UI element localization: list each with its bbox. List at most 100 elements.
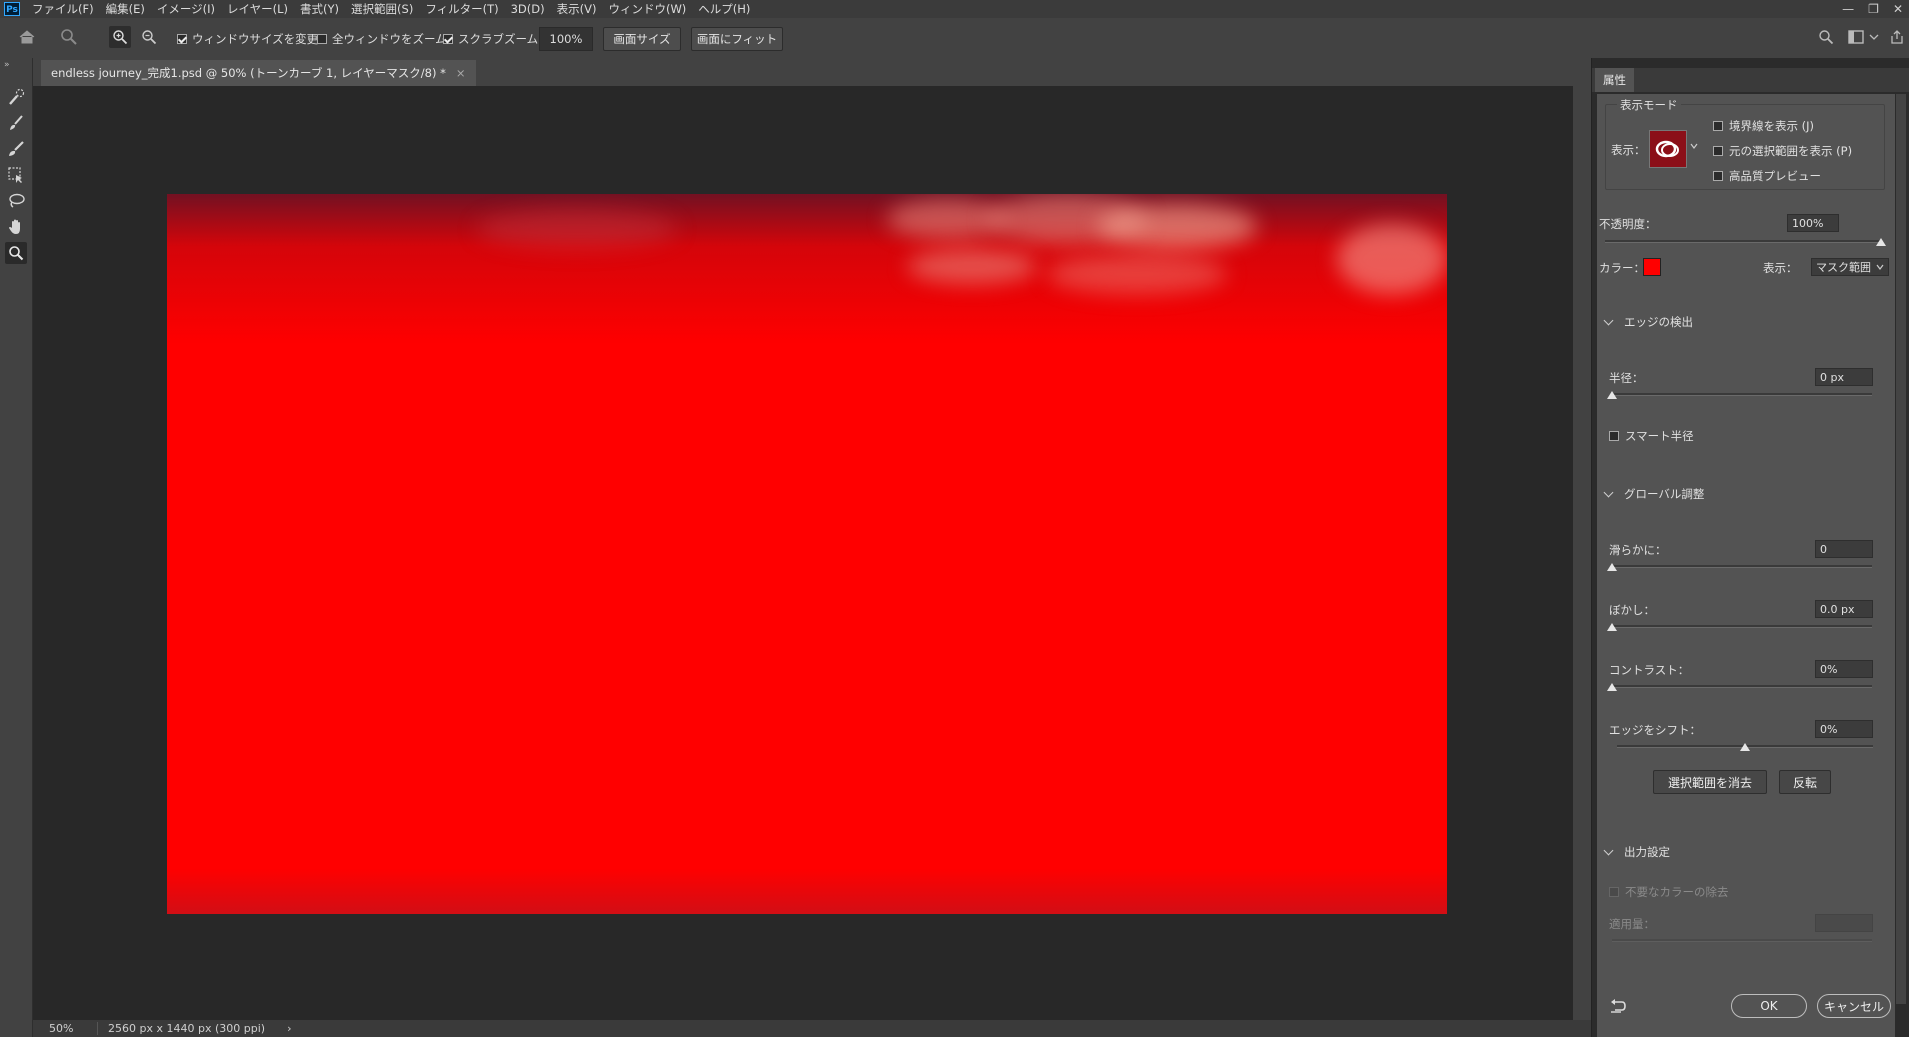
chevron-down-icon[interactable] bbox=[1863, 26, 1885, 48]
fit-screen-button[interactable]: 画面にフィット bbox=[691, 27, 783, 51]
status-bar: 50% 2560 px x 1440 px (300 ppi) › bbox=[33, 1020, 1591, 1037]
zoom-in-icon[interactable] bbox=[109, 26, 131, 48]
hand-icon[interactable] bbox=[5, 216, 27, 238]
panel-body: 表示モード 表示： 境界線を表示 (J) 元の選択範囲を表示 (P) 高品質プレ… bbox=[1597, 94, 1895, 1037]
checkbox-unchecked-icon bbox=[1713, 121, 1723, 131]
global-refinement-header[interactable]: グローバル調整 bbox=[1603, 486, 1705, 502]
output-settings-header[interactable]: 出力設定 bbox=[1603, 844, 1670, 860]
quick-selection-icon[interactable] bbox=[5, 86, 27, 108]
smooth-label: 滑らかに： bbox=[1609, 543, 1667, 557]
smooth-field[interactable]: 0 bbox=[1815, 540, 1873, 558]
menu-window[interactable]: ウィンドウ(W) bbox=[602, 0, 692, 18]
document-dimensions: 2560 px x 1440 px (300 ppi) bbox=[108, 1022, 266, 1035]
shift-edge-slider-thumb[interactable] bbox=[1740, 743, 1750, 751]
canvas-scrollbar[interactable] bbox=[1573, 86, 1591, 1020]
share-icon[interactable] bbox=[1886, 26, 1908, 48]
radius-slider-thumb[interactable] bbox=[1607, 391, 1617, 399]
tab-properties[interactable]: 属性 bbox=[1595, 68, 1634, 92]
document-tab[interactable]: endless journey_完成1.psd @ 50% (トーンカーブ 1,… bbox=[41, 60, 476, 86]
menu-edit[interactable]: 編集(E) bbox=[100, 0, 151, 18]
checkbox-checked-icon bbox=[443, 34, 453, 44]
hq-preview-label: 高品質プレビュー bbox=[1729, 169, 1821, 183]
hq-preview-checkbox[interactable]: 高品質プレビュー bbox=[1713, 168, 1821, 184]
ok-button[interactable]: OK bbox=[1731, 994, 1807, 1018]
view-mode-dropdown-icon[interactable] bbox=[1690, 139, 1698, 153]
output-settings-title: 出力設定 bbox=[1624, 845, 1670, 859]
lasso-icon[interactable] bbox=[5, 190, 27, 212]
contrast-slider[interactable] bbox=[1612, 685, 1872, 688]
opacity-slider[interactable] bbox=[1605, 240, 1881, 243]
show-original-label: 元の選択範囲を表示 (P) bbox=[1729, 144, 1853, 158]
contrast-slider-thumb[interactable] bbox=[1607, 683, 1617, 691]
contrast-field[interactable]: 0% bbox=[1815, 660, 1873, 678]
menu-view[interactable]: 表示(V) bbox=[551, 0, 603, 18]
object-selection-icon[interactable] bbox=[5, 164, 27, 186]
menu-image[interactable]: イメージ(I) bbox=[151, 0, 221, 18]
view-label: 表示： bbox=[1611, 143, 1646, 157]
view-mode-thumbnail[interactable] bbox=[1649, 130, 1687, 168]
global-refinement-title: グローバル調整 bbox=[1624, 487, 1705, 501]
resize-windows-label: ウィンドウサイズを変更 bbox=[192, 32, 319, 46]
checkbox-checked-icon bbox=[177, 34, 187, 44]
menu-help[interactable]: ヘルプ(H) bbox=[692, 0, 756, 18]
document-tab-bar: endless journey_完成1.psd @ 50% (トーンカーブ 1,… bbox=[33, 58, 1591, 86]
brush-icon[interactable] bbox=[5, 138, 27, 160]
home-icon[interactable] bbox=[16, 26, 38, 48]
checkbox-unchecked-icon bbox=[1713, 171, 1723, 181]
collapse-arrows-icon[interactable]: » bbox=[4, 60, 10, 70]
close-window-button[interactable]: ✕ bbox=[1893, 2, 1903, 16]
zoom-status[interactable]: 50% bbox=[33, 1022, 97, 1035]
color-label: カラー： bbox=[1599, 261, 1645, 275]
radius-slider[interactable] bbox=[1612, 393, 1872, 396]
zoom-icon[interactable] bbox=[5, 242, 27, 264]
zoom-percent-field[interactable]: 100% bbox=[539, 27, 593, 51]
contrast-label: コントラスト： bbox=[1609, 663, 1690, 677]
show-edge-label: 境界線を表示 (J) bbox=[1729, 119, 1815, 133]
feather-slider[interactable] bbox=[1612, 625, 1872, 628]
opacity-slider-thumb[interactable] bbox=[1876, 238, 1886, 246]
zoom-out-icon[interactable] bbox=[138, 26, 160, 48]
display-select[interactable]: マスク範囲 bbox=[1811, 258, 1889, 276]
menu-file[interactable]: ファイル(F) bbox=[26, 0, 100, 18]
smooth-slider[interactable] bbox=[1612, 565, 1872, 568]
menu-select[interactable]: 選択範囲(S) bbox=[345, 0, 419, 18]
invert-button[interactable]: 反転 bbox=[1779, 770, 1831, 794]
panel-tab-bar: 属性 bbox=[1592, 68, 1909, 92]
refine-edge-brush-icon[interactable] bbox=[5, 112, 27, 134]
cancel-button[interactable]: キャンセル bbox=[1817, 994, 1891, 1018]
minimize-button[interactable]: — bbox=[1842, 2, 1854, 16]
smart-radius-checkbox[interactable]: スマート半径 bbox=[1609, 428, 1694, 444]
opacity-field[interactable]: 100% bbox=[1787, 214, 1839, 232]
status-arrow-icon[interactable]: › bbox=[287, 1022, 291, 1035]
screen-size-button[interactable]: 画面サイズ bbox=[603, 27, 681, 51]
edge-detection-header[interactable]: エッジの検出 bbox=[1603, 314, 1693, 330]
menu-type[interactable]: 書式(Y) bbox=[294, 0, 345, 18]
feather-field[interactable]: 0.0 px bbox=[1815, 600, 1873, 618]
panel-scrollbar[interactable] bbox=[1896, 94, 1906, 1004]
resize-windows-checkbox[interactable]: ウィンドウサイズを変更 bbox=[177, 31, 318, 47]
scrubby-zoom-checkbox[interactable]: スクラブズーム bbox=[443, 31, 538, 47]
clear-selection-button[interactable]: 選択範囲を消去 bbox=[1653, 770, 1767, 794]
reset-icon[interactable] bbox=[1609, 998, 1627, 1017]
search-icon[interactable] bbox=[1815, 26, 1837, 48]
show-edge-checkbox[interactable]: 境界線を表示 (J) bbox=[1713, 118, 1814, 134]
mask-color-swatch[interactable] bbox=[1643, 258, 1661, 276]
decontaminate-checkbox[interactable]: 不要なカラーの除去 bbox=[1609, 884, 1729, 900]
chevron-down-icon bbox=[1876, 259, 1884, 277]
menu-filter[interactable]: フィルター(T) bbox=[419, 0, 504, 18]
feather-slider-thumb[interactable] bbox=[1607, 623, 1617, 631]
view-mode-title: 表示モード bbox=[1617, 97, 1681, 113]
options-bar: ウィンドウサイズを変更 全ウィンドウをズーム スクラブズーム 100% 画面サイ… bbox=[0, 18, 1909, 59]
menu-3d[interactable]: 3D(D) bbox=[505, 0, 551, 18]
zoom-all-windows-checkbox[interactable]: 全ウィンドウをズーム bbox=[317, 31, 447, 47]
restore-button[interactable]: ❐ bbox=[1868, 2, 1879, 16]
shift-edge-field[interactable]: 0% bbox=[1815, 720, 1873, 738]
close-tab-icon[interactable]: × bbox=[456, 66, 466, 80]
radius-field[interactable]: 0 px bbox=[1815, 368, 1873, 386]
menu-layer[interactable]: レイヤー(L) bbox=[221, 0, 294, 18]
show-original-checkbox[interactable]: 元の選択範囲を表示 (P) bbox=[1713, 143, 1852, 159]
canvas-area[interactable] bbox=[33, 86, 1573, 1020]
document-image[interactable] bbox=[167, 194, 1447, 914]
properties-panel: 属性 表示モード 表示： 境界線を表示 (J) 元の選択範囲を表示 (P) 高品… bbox=[1591, 58, 1909, 1037]
smooth-slider-thumb[interactable] bbox=[1607, 563, 1617, 571]
